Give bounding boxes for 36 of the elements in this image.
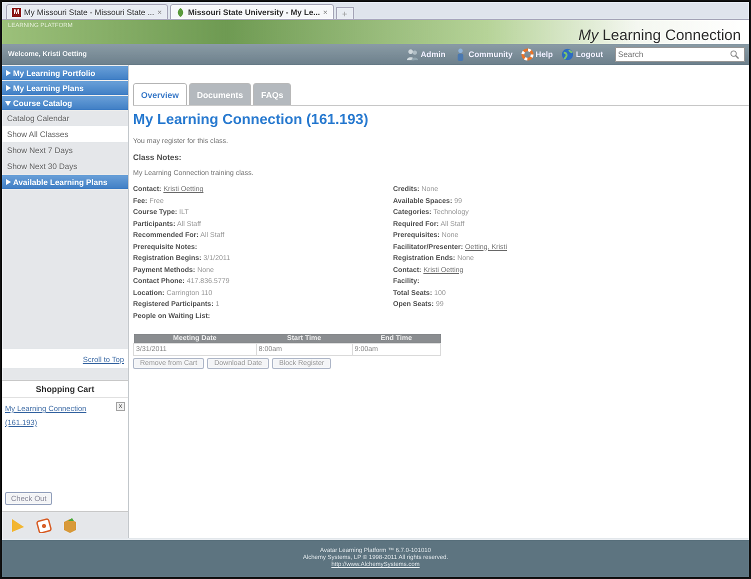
nav-link[interactable]: Admin bbox=[406, 48, 446, 61]
content-tab[interactable]: Overview bbox=[133, 83, 187, 105]
tab-title: My Missouri State - Missouri State ... bbox=[24, 8, 154, 16]
search-box[interactable]: Search bbox=[615, 47, 745, 62]
new-tab-button[interactable]: + bbox=[336, 7, 354, 19]
caret-down-icon bbox=[5, 100, 11, 106]
nav-link[interactable]: Logout bbox=[560, 48, 603, 61]
caret-right-icon bbox=[5, 85, 11, 91]
menu-section[interactable]: My Learning Portfolio bbox=[2, 66, 128, 80]
leaf-icon bbox=[176, 8, 185, 16]
lifebuoy-icon bbox=[520, 48, 534, 61]
search-icon bbox=[730, 50, 739, 59]
people-icon bbox=[406, 48, 419, 61]
close-icon[interactable]: × bbox=[322, 8, 328, 16]
tab-title: Missouri State University - My Le... bbox=[188, 8, 320, 16]
menu-item[interactable]: Show Next 30 Days bbox=[2, 158, 128, 174]
content-tab[interactable]: Documents bbox=[188, 83, 252, 105]
menu-item[interactable]: Show Next 7 Days bbox=[2, 142, 128, 158]
nav-link[interactable]: Community bbox=[454, 48, 513, 61]
menu-item[interactable]: Show All Classes bbox=[2, 126, 128, 142]
globe-icon bbox=[560, 48, 574, 61]
notes-heading: Class Notes: bbox=[133, 153, 182, 162]
menu-section[interactable]: Course Catalog bbox=[2, 96, 128, 110]
menu-section[interactable]: Available Learning Plans bbox=[2, 175, 128, 189]
class-title: My Learning Connection (161.193) bbox=[133, 112, 370, 128]
nav-link[interactable]: Help bbox=[520, 48, 553, 61]
content-tab[interactable]: FAQs bbox=[253, 83, 292, 105]
caret-right-icon bbox=[5, 179, 11, 185]
caret-right-icon bbox=[5, 70, 11, 76]
cart-title: Shopping Cart bbox=[2, 381, 128, 398]
menu-section[interactable]: My Learning Plans bbox=[2, 81, 128, 95]
triangle-icon[interactable] bbox=[10, 517, 26, 533]
menu-item[interactable]: Catalog Calendar bbox=[2, 110, 128, 126]
site-title: My Learning Connection bbox=[578, 26, 741, 44]
close-icon[interactable]: × bbox=[157, 8, 162, 16]
browser-tab[interactable]: Missouri State University - My Le... × bbox=[170, 4, 334, 19]
